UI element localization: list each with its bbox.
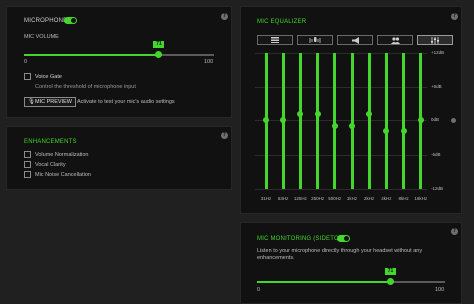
equalizer-title: MIC EQUALIZER: [257, 19, 307, 25]
preset-megaphone[interactable]: [337, 35, 373, 45]
microphone-title: MICROPHONE: [24, 18, 68, 24]
eq-band-knob[interactable]: [400, 128, 407, 135]
broadcast-mic-preset-icon: [309, 36, 321, 43]
eq-band-knob[interactable]: [349, 122, 355, 129]
megaphone-preset-icon: [351, 36, 359, 44]
volume-normalization-checkbox[interactable]: [24, 151, 31, 158]
eq-band-2kHz[interactable]: [367, 53, 371, 189]
eq-band-500Hz[interactable]: [333, 53, 337, 189]
db-label: -12dB: [431, 186, 444, 191]
sidetone-panel: ? MIC MONITORING (SIDETONE) Listen to yo…: [240, 222, 462, 304]
enhancement-label: Volume Normalization: [35, 152, 89, 158]
sidetone-fill: [257, 281, 391, 283]
mic-volume-min: 0: [24, 59, 28, 65]
eq-frequency-label: 16kHz: [414, 196, 428, 201]
sidetone-value: 71: [384, 268, 396, 275]
mic-volume-value: 71: [153, 41, 165, 48]
mic-volume-fill: [24, 54, 159, 56]
mic-noise-cancellation-checkbox[interactable]: [24, 171, 31, 178]
mic-preview-button[interactable]: 🎙MIC PREVIEW: [24, 97, 76, 107]
eq-band-knob[interactable]: [280, 117, 287, 123]
voice-gate-label: Voice Gate: [35, 74, 62, 80]
sidetone-toggle[interactable]: [337, 235, 350, 242]
eq-frequency-label: 1kHz: [346, 196, 358, 201]
sidetone-title: MIC MONITORING (SIDETONE): [257, 236, 350, 242]
sidetone-track[interactable]: [257, 281, 445, 283]
custom-eq-preset-icon: [431, 36, 439, 44]
mic-volume-max: 100: [204, 59, 214, 65]
microphone-toggle[interactable]: [64, 17, 77, 24]
eq-frequency-label: 125Hz: [293, 196, 307, 201]
enhancements-panel: ? ENHANCEMENTS Volume Normalization Voca…: [6, 126, 232, 190]
eq-frequency-label: 63Hz: [277, 196, 289, 201]
eq-band-1kHz[interactable]: [350, 53, 354, 189]
db-label: +12dB: [431, 50, 445, 55]
eq-band-125Hz[interactable]: [298, 53, 302, 189]
mic-volume-track[interactable]: [24, 54, 214, 56]
mic-volume-knob[interactable]: [155, 51, 163, 58]
eq-band-knob[interactable]: [331, 122, 338, 129]
mic-icon: 🎙: [28, 99, 35, 105]
voice-gate-description: Control the threshold of microphone inpu…: [35, 84, 136, 90]
sidetone-help-icon[interactable]: ?: [451, 228, 458, 235]
eq-band-knob[interactable]: [383, 128, 390, 135]
db-label: +6dB: [431, 84, 442, 89]
enhancements-title: ENHANCEMENTS: [24, 139, 77, 145]
eq-frequency-label: 500Hz: [328, 196, 342, 201]
eq-band-250Hz[interactable]: [316, 53, 320, 189]
microphone-help-icon[interactable]: ?: [221, 13, 228, 20]
enhancement-label: Mic Noise Cancellation: [35, 172, 91, 178]
db-gridline: [255, 189, 427, 190]
eq-band-knob[interactable]: [417, 117, 424, 123]
voice-gate-checkbox[interactable]: [24, 73, 31, 80]
eq-band-4kHz[interactable]: [384, 53, 388, 189]
eq-frequency-label: 2kHz: [364, 196, 375, 201]
vocal-clarity-checkbox[interactable]: [24, 161, 31, 168]
preset-people[interactable]: [377, 35, 413, 45]
eq-frequency-label: 250Hz: [311, 196, 325, 201]
db-label: -6dB: [431, 152, 441, 157]
eq-frequency-label: 4kHz: [381, 196, 392, 201]
eq-band-knob[interactable]: [314, 111, 321, 118]
mic-volume-label: MIC VOLUME: [24, 34, 59, 40]
sidetone-max: 100: [435, 287, 445, 293]
eq-band-knob[interactable]: [366, 111, 373, 118]
equalizer-help-icon[interactable]: ?: [451, 13, 458, 20]
equalizer-panel: ? MIC EQUALIZER +12dB +6dB 0dB -6dB -12d…: [240, 6, 462, 214]
mic-preview-label: MIC PREVIEW: [34, 99, 72, 105]
eq-frequency-label: 31Hz: [260, 196, 272, 201]
microphone-panel: ? MICROPHONE MIC VOLUME 71 0 100 Voice G…: [6, 6, 232, 118]
eq-frequency-label: 8kHz: [398, 196, 409, 201]
sidetone-knob[interactable]: [386, 278, 394, 285]
preset-custom[interactable]: [417, 35, 453, 45]
mic-preview-description: Activate to test your mic's audio settin…: [77, 99, 175, 105]
db-label: 0dB: [431, 117, 440, 122]
eq-band-knob[interactable]: [297, 111, 304, 118]
people-preset-icon: [390, 36, 400, 44]
enhancement-label: Vocal Clarity: [35, 162, 66, 168]
preset-broadcast[interactable]: [297, 35, 333, 45]
eq-band-knob[interactable]: [263, 117, 269, 123]
eq-band-8kHz[interactable]: [402, 53, 406, 189]
sidetone-min: 0: [257, 287, 261, 293]
sidetone-description: Listen to your microphone directly throu…: [257, 248, 423, 261]
preset-default[interactable]: [257, 35, 293, 45]
reset-eq-dot-icon[interactable]: [451, 118, 456, 123]
enhancements-help-icon[interactable]: ?: [221, 132, 228, 139]
default-preset-icon: [271, 37, 279, 43]
